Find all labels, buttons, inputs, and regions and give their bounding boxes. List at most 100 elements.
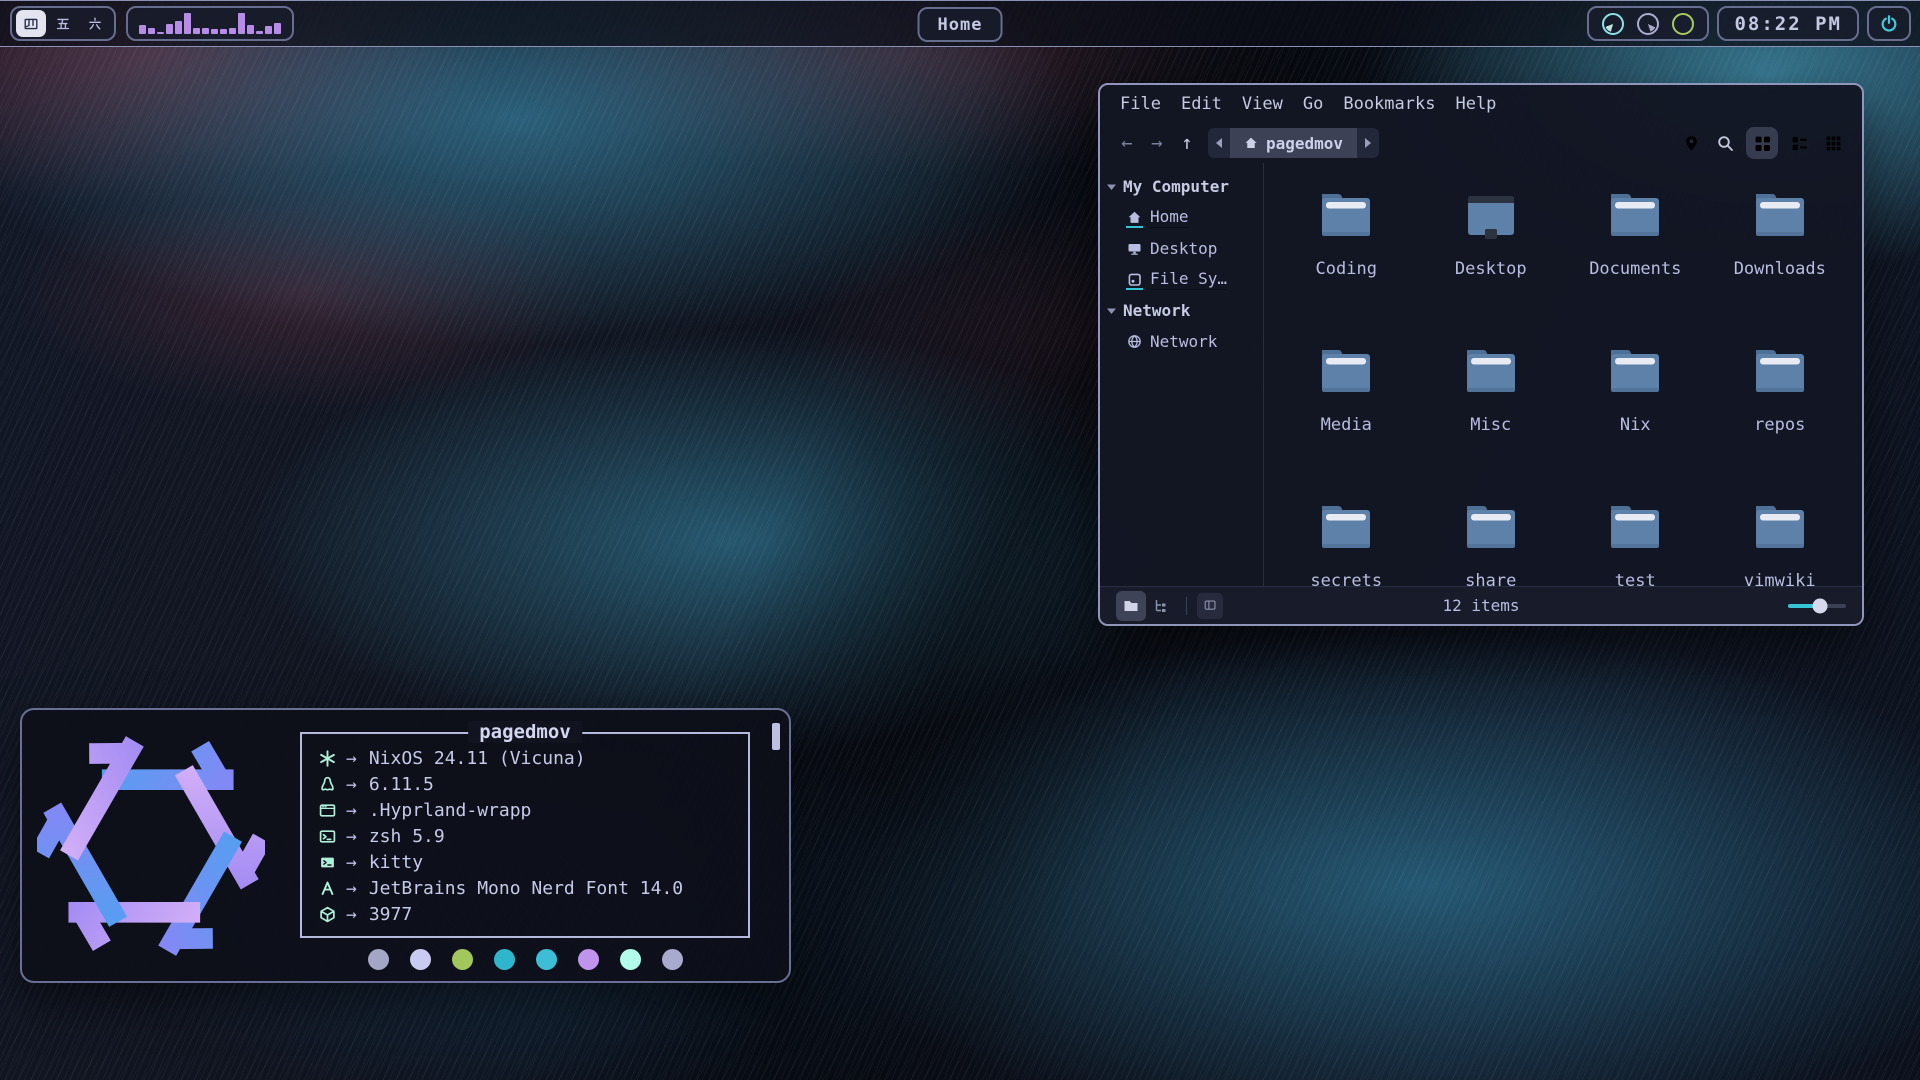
os-value: NixOS 24.11 (Vicuna) — [369, 748, 586, 769]
back-button[interactable]: ← — [1112, 132, 1142, 154]
visualizer-bar — [274, 23, 281, 34]
palette-dot — [662, 949, 683, 970]
arrow-icon: → — [346, 774, 357, 795]
visualizer-bar — [265, 26, 272, 34]
menu-help[interactable]: Help — [1445, 94, 1506, 114]
file-item-nix[interactable]: Nix — [1563, 335, 1708, 491]
menu-edit[interactable]: Edit — [1171, 94, 1232, 114]
terminal-value: kitty — [369, 852, 423, 873]
active-window-label: Home — [938, 15, 983, 35]
arrow-icon: → — [346, 800, 357, 821]
file-item-downloads[interactable]: Downloads — [1708, 179, 1853, 335]
workspace-button-5[interactable] — [48, 10, 78, 37]
file-manager-window: File Edit View Go Bookmarks Help ← → ↑ p… — [1098, 83, 1864, 626]
menu-go[interactable]: Go — [1293, 94, 1333, 114]
file-label: Coding — [1316, 259, 1377, 279]
file-item-documents[interactable]: Documents — [1563, 179, 1708, 335]
visualizer-bar — [238, 13, 245, 34]
file-item-share[interactable]: share — [1419, 491, 1564, 586]
workspace-button-4[interactable] — [16, 10, 46, 37]
menu-bookmarks[interactable]: Bookmarks — [1333, 94, 1445, 114]
file-manager-toolbar: ← → ↑ pagedmov — [1100, 123, 1862, 163]
file-label: Nix — [1620, 415, 1651, 435]
visualizer-bar — [211, 29, 218, 34]
view-grid-button[interactable] — [1746, 127, 1778, 159]
power-icon — [1879, 14, 1899, 34]
visualizer-bar — [256, 31, 263, 34]
arrow-icon: → — [346, 878, 357, 899]
visualizer-bar — [220, 29, 227, 34]
sidebar-section-label: Network — [1123, 301, 1190, 320]
power-button[interactable] — [1867, 6, 1911, 41]
workspace-button-6[interactable] — [80, 10, 110, 37]
sidebar-section-my-computer[interactable]: My Computer — [1100, 171, 1263, 202]
location-pin-icon — [1683, 135, 1700, 152]
folder-icon — [1603, 183, 1667, 247]
top-status-bar: Home 08:22 PM — [0, 0, 1920, 47]
sidebar-item-home[interactable]: Home — [1100, 202, 1263, 233]
path-scroll-left-icon[interactable] — [1208, 128, 1230, 158]
file-item-test[interactable]: test — [1563, 491, 1708, 586]
desktop-icon — [1127, 241, 1142, 256]
cpu-gauge-icon — [1602, 13, 1624, 35]
menu-file[interactable]: File — [1110, 94, 1171, 114]
file-item-repos[interactable]: repos — [1708, 335, 1853, 491]
menu-view[interactable]: View — [1232, 94, 1293, 114]
path-segment-home[interactable]: pagedmov — [1230, 128, 1357, 158]
file-item-coding[interactable]: Coding — [1274, 179, 1419, 335]
sidebar-item-file-system[interactable]: File Sy… — [1100, 264, 1263, 295]
up-button[interactable]: ↑ — [1172, 132, 1202, 154]
file-item-desktop[interactable]: Desktop — [1419, 179, 1564, 335]
show-folders-button[interactable] — [1116, 591, 1146, 621]
show-tree-button[interactable] — [1146, 591, 1176, 621]
palette-dot — [410, 949, 431, 970]
toggle-sidebar-button[interactable] — [1197, 593, 1223, 619]
visualizer-bar — [148, 28, 155, 34]
path-bar: pagedmov — [1208, 128, 1379, 158]
item-count: 12 items — [1442, 596, 1519, 615]
clock-time: 08:22 PM — [1734, 13, 1842, 35]
file-item-vimwiki[interactable]: vimwiki — [1708, 491, 1853, 586]
wm-value: .Hyprland-wrapp — [369, 800, 532, 821]
zoom-slider[interactable] — [1788, 598, 1846, 614]
palette-dot — [578, 949, 599, 970]
palette-dot — [368, 949, 389, 970]
system-gauges — [1587, 6, 1709, 41]
workspace-glyph-five — [55, 16, 71, 32]
workspace-glyph-four — [23, 16, 39, 32]
nixos-logo — [37, 732, 265, 960]
fetch-row-kernel: → 6.11.5 — [316, 771, 734, 797]
file-item-misc[interactable]: Misc — [1419, 335, 1564, 491]
audio-visualizer — [126, 6, 294, 41]
drive-icon — [1127, 272, 1142, 287]
folder-icon — [1314, 495, 1378, 559]
view-compact-button[interactable] — [1820, 130, 1846, 156]
file-item-media[interactable]: Media — [1274, 335, 1419, 491]
path-label: pagedmov — [1266, 134, 1343, 153]
forward-button[interactable]: → — [1142, 132, 1172, 154]
fastfetch-frame: pagedmov → NixOS 24.11 (Vicuna) → 6.11.5… — [300, 732, 750, 938]
zoom-slider-handle[interactable] — [1812, 598, 1827, 613]
active-window-title[interactable]: Home — [918, 7, 1003, 42]
folder-icon — [1459, 339, 1523, 403]
terminal-scrollbar-thumb[interactable] — [772, 723, 780, 750]
location-pin-button[interactable] — [1678, 130, 1704, 156]
path-scroll-right-icon[interactable] — [1357, 128, 1379, 158]
folder-icon — [1748, 339, 1812, 403]
visualizer-bar — [166, 24, 173, 34]
tree-icon — [1153, 598, 1169, 614]
view-list-icon — [1791, 135, 1808, 152]
view-list-button[interactable] — [1786, 130, 1812, 156]
search-button[interactable] — [1712, 130, 1738, 156]
sidebar-item-desktop[interactable]: Desktop — [1100, 233, 1263, 264]
file-item-secrets[interactable]: secrets — [1274, 491, 1419, 586]
file-label: Documents — [1589, 259, 1681, 279]
terminal-window: pagedmov → NixOS 24.11 (Vicuna) → 6.11.5… — [20, 708, 791, 983]
nix-icon — [319, 750, 336, 767]
palette-dot — [536, 949, 557, 970]
workspace-glyph-six — [87, 16, 103, 32]
sidebar-section-network[interactable]: Network — [1100, 295, 1263, 326]
folder-icon — [1459, 495, 1523, 559]
disk-gauge-icon — [1672, 13, 1694, 35]
sidebar-item-network[interactable]: Network — [1100, 326, 1263, 357]
